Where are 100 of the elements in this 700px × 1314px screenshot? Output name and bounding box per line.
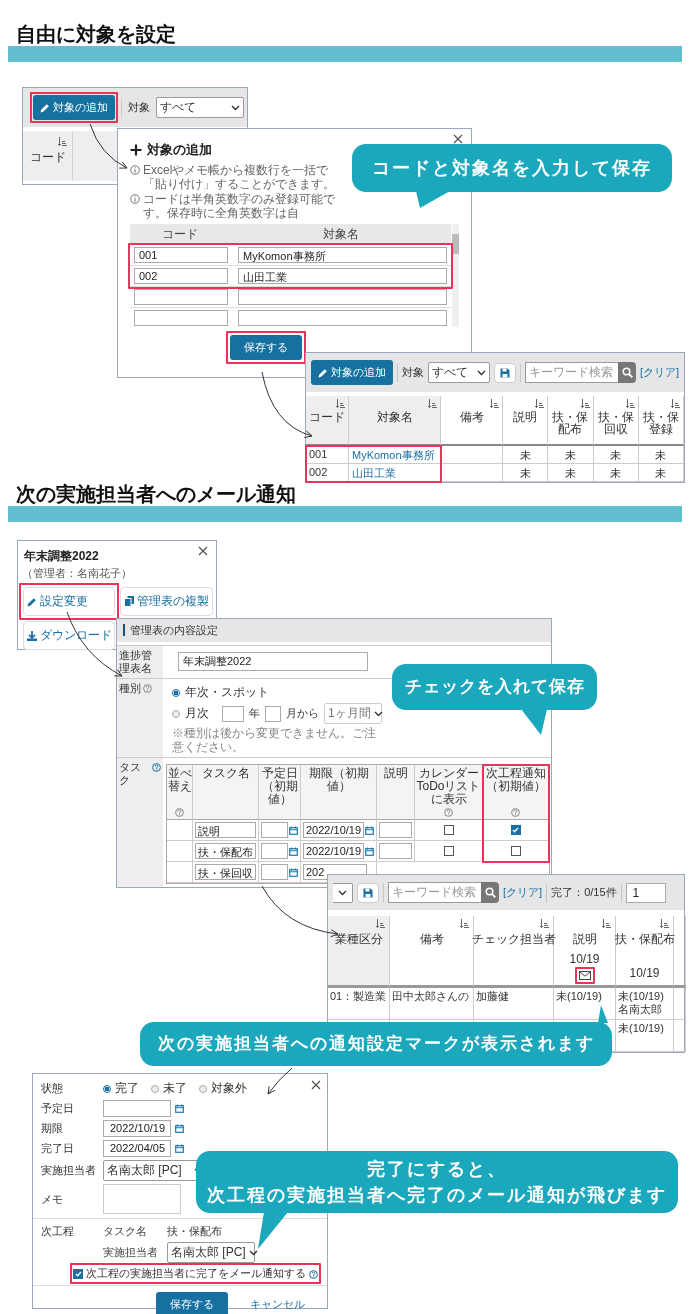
- field-label: タスク名: [103, 1224, 148, 1239]
- checkbox-label: 次工程の実施担当者に完了をメール通知する: [86, 1266, 306, 1281]
- sort-column-header[interactable]: 備考: [390, 916, 474, 988]
- input-field[interactable]: MyKomon事務所: [238, 247, 447, 263]
- sort-column-header[interactable]: 業種区分: [328, 916, 390, 988]
- search-icon: [621, 367, 633, 378]
- input-field[interactable]: [379, 843, 412, 859]
- sort-icon: [460, 919, 469, 928]
- sort-column-header[interactable]: コード: [23, 131, 73, 181]
- sort-icon: [58, 137, 67, 146]
- table-cell[interactable]: MyKomon事務所: [349, 446, 441, 464]
- clear-link[interactable]: [クリア]: [503, 885, 543, 900]
- input-field[interactable]: [379, 822, 412, 838]
- input-field[interactable]: 002: [134, 268, 228, 284]
- sort-column-header[interactable]: 備考: [441, 396, 503, 446]
- card-button[interactable]: 設定変更: [23, 587, 115, 616]
- radio-button[interactable]: [199, 1084, 207, 1093]
- radio-button[interactable]: [151, 1084, 159, 1093]
- input-field[interactable]: [222, 705, 244, 722]
- arrow: [89, 123, 128, 169]
- assignee-select[interactable]: 名南太郎 [PC]: [167, 1242, 255, 1263]
- save-button[interactable]: 保存する: [156, 1292, 228, 1314]
- close-icon[interactable]: [198, 546, 208, 556]
- sort-icon: [625, 399, 635, 408]
- table-cell: [441, 464, 503, 482]
- input-field[interactable]: 年末調整2022: [178, 652, 368, 671]
- input-field[interactable]: [238, 310, 447, 326]
- input-field[interactable]: [134, 310, 228, 326]
- save-button[interactable]: [357, 882, 379, 903]
- sort-icon: [336, 399, 345, 408]
- cancel-link[interactable]: キャンセル: [250, 1297, 305, 1312]
- input-field[interactable]: [261, 843, 288, 859]
- sort-icon: [660, 919, 669, 928]
- input-field[interactable]: 2022/10/19: [303, 843, 365, 859]
- add-button[interactable]: 対象の追加: [311, 360, 393, 385]
- close-icon[interactable]: [453, 134, 463, 144]
- checkbox[interactable]: [510, 846, 521, 856]
- column-header: 対象名: [321, 226, 360, 243]
- filter-select[interactable]: すべて: [156, 97, 244, 118]
- add-button[interactable]: 対象の追加: [33, 95, 115, 120]
- header-label: 予定日（初期値）: [260, 767, 299, 806]
- sort-column-header[interactable]: チェック担当者: [474, 916, 554, 988]
- checkbox[interactable]: [443, 825, 454, 835]
- sort-column-header[interactable]: 扶・保登録: [638, 396, 684, 446]
- calendar-icon: [289, 846, 298, 856]
- checkbox[interactable]: [510, 825, 521, 835]
- input-field[interactable]: 扶・保回収: [195, 864, 256, 880]
- help-icon: [152, 763, 161, 772]
- field-label: 次工程: [41, 1224, 75, 1239]
- input-field[interactable]: 扶・保配布: [195, 843, 256, 859]
- input-field[interactable]: [265, 705, 281, 722]
- sort-column-header[interactable]: 扶・保配布 10/19: [616, 916, 674, 988]
- input-field[interactable]: 2022/10/19: [103, 1120, 171, 1137]
- checkbox[interactable]: [443, 846, 454, 856]
- input-field[interactable]: 2022/04/05: [103, 1140, 171, 1157]
- sort-column-header[interactable]: 扶・保配布: [548, 396, 594, 446]
- sort-column-header[interactable]: コード: [306, 396, 349, 446]
- save-button[interactable]: 保存する: [230, 335, 302, 360]
- table-cell: 未: [503, 464, 549, 482]
- sort-column-header[interactable]: 扶・保回収: [593, 396, 639, 446]
- table-cell[interactable]: 山田工業: [349, 464, 441, 482]
- close-icon[interactable]: [311, 1080, 321, 1090]
- radio-button[interactable]: [172, 709, 180, 718]
- sort-column-header[interactable]: 説明: [503, 396, 549, 446]
- period-select[interactable]: 1ヶ月間: [324, 703, 382, 724]
- input-field[interactable]: 山田工業: [238, 268, 447, 284]
- input-field[interactable]: [261, 864, 288, 880]
- save-button[interactable]: [494, 362, 516, 383]
- radio-button[interactable]: [103, 1084, 111, 1093]
- card-button[interactable]: 管理表の複製: [120, 587, 213, 616]
- cell-text: 田中太郎さんの: [392, 990, 470, 1003]
- memo-field[interactable]: [103, 1184, 181, 1214]
- sort-column-header[interactable]: 対象名: [349, 396, 441, 446]
- radio-button[interactable]: [172, 688, 180, 697]
- info-icon: [130, 194, 140, 204]
- sort-icon: [490, 399, 499, 408]
- search-button[interactable]: [618, 362, 636, 383]
- clear-link[interactable]: [クリア]: [640, 365, 680, 380]
- cell-text: 未(10/19): [556, 990, 603, 1003]
- arrow: [267, 1067, 293, 1095]
- input-field[interactable]: [103, 1100, 171, 1117]
- card-title: 年末調整2022: [23, 548, 99, 565]
- card-button[interactable]: ダウンロード: [23, 621, 115, 650]
- input-field[interactable]: 説明: [195, 822, 256, 838]
- input-field[interactable]: 2022/10/19: [303, 822, 365, 838]
- input-field[interactable]: [134, 289, 228, 305]
- help-icon: [143, 684, 152, 693]
- header-label: カレンダーToDoリストに表示: [415, 767, 482, 806]
- input-field[interactable]: 001: [134, 247, 228, 263]
- filter-select[interactable]: すべて: [428, 362, 490, 383]
- checkbox[interactable]: [73, 1268, 83, 1279]
- filter-select[interactable]: [333, 882, 353, 903]
- column-header: コード: [161, 226, 199, 243]
- page-field[interactable]: 1: [625, 882, 666, 903]
- sort-icon: [671, 399, 680, 408]
- search-button[interactable]: [481, 882, 499, 903]
- input-field[interactable]: [261, 822, 288, 838]
- sort-column-header[interactable]: 説明 10/19: [554, 916, 616, 988]
- input-field[interactable]: [238, 289, 447, 305]
- scrollbar[interactable]: [452, 224, 459, 327]
